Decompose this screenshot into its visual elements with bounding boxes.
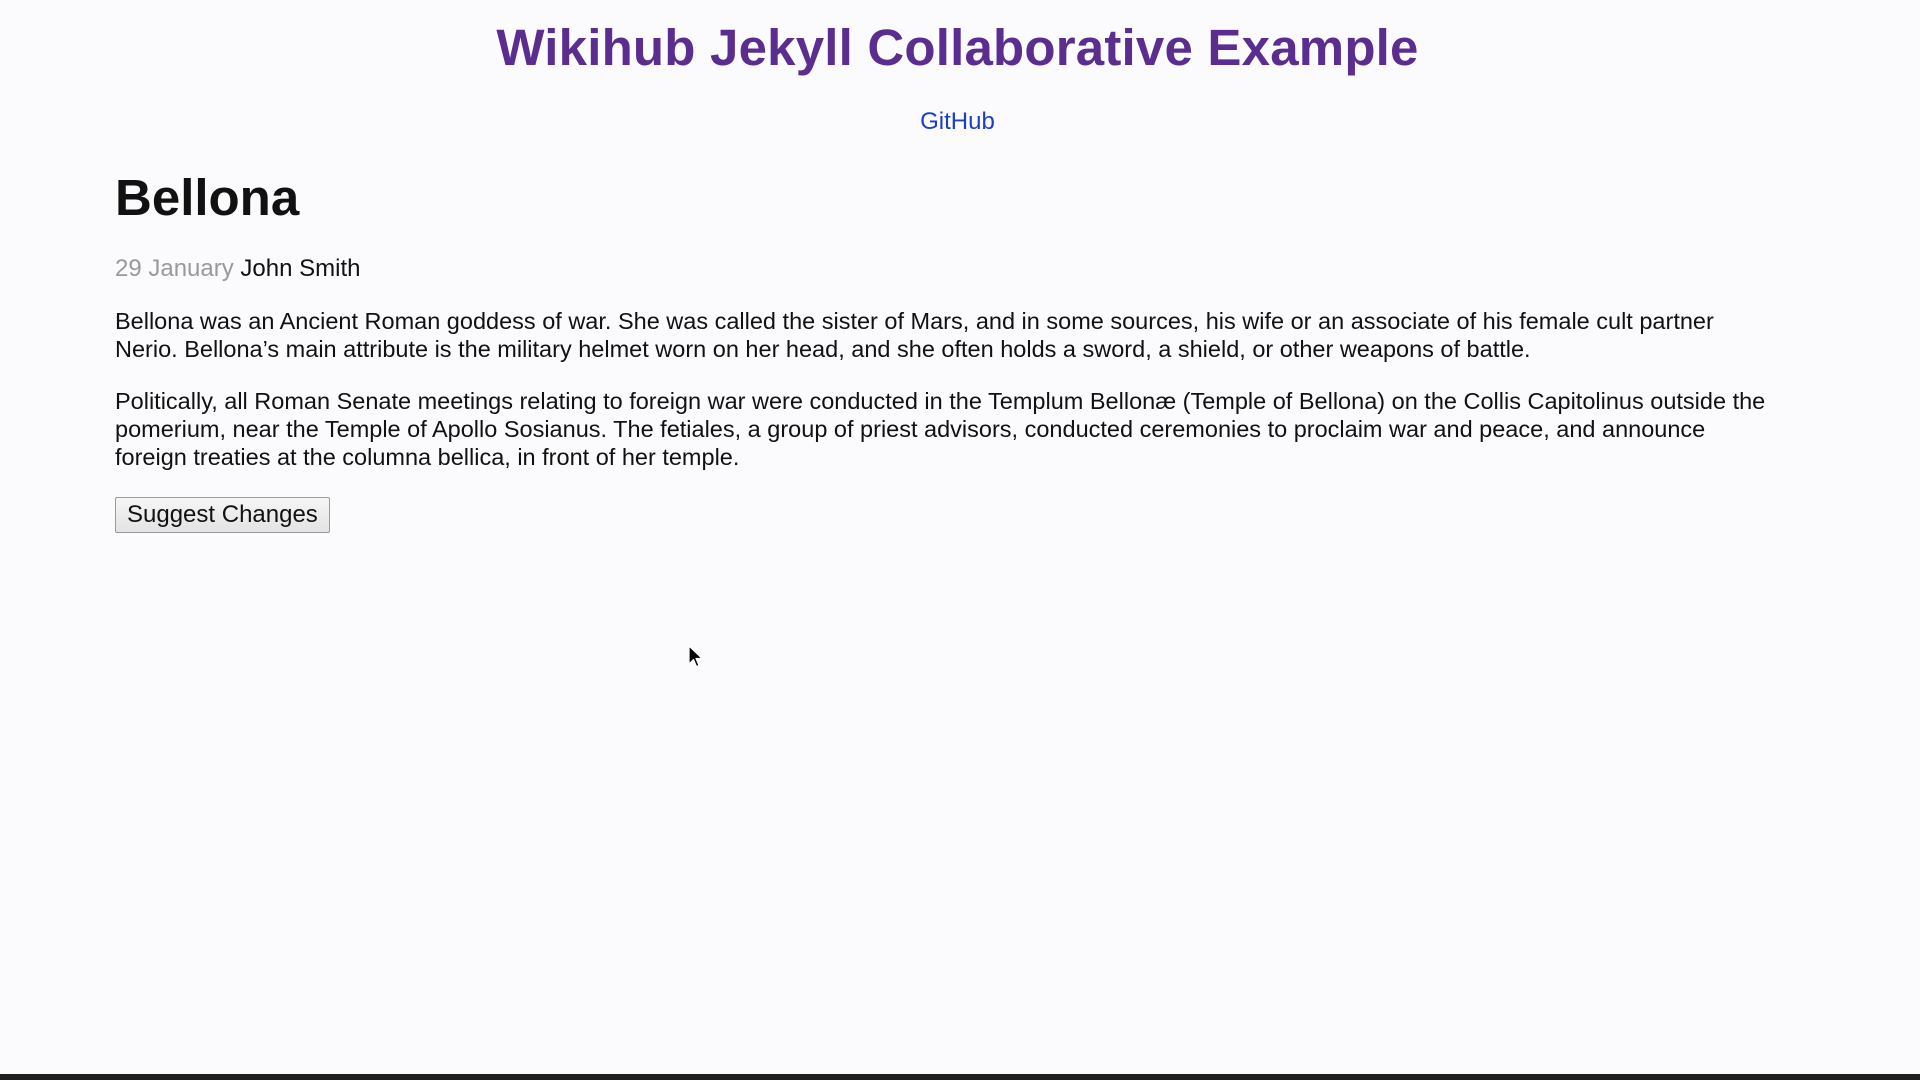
mouse-pointer-icon — [688, 645, 703, 668]
post-paragraph: Bellona was an Ancient Roman goddess of … — [115, 308, 1714, 362]
post-paragraph: Politically, all Roman Senate meetings r… — [115, 388, 1766, 470]
post-title: Bellona — [115, 169, 300, 226]
post-author: John Smith — [240, 255, 361, 282]
page: Wikihub Jekyll Collaborative Example Git… — [0, 0, 1920, 1080]
github-link[interactable]: GitHub — [920, 108, 995, 135]
site-title: Wikihub Jekyll Collaborative Example — [496, 19, 1419, 76]
bottom-bar — [0, 1074, 1920, 1080]
post-body: Bellona was an Ancient Roman goddess of … — [115, 307, 1775, 471]
post-content: Bellona 29 January John Smith Bellona wa… — [115, 168, 1775, 533]
nav: GitHub — [0, 108, 1915, 136]
post-meta: 29 January John Smith — [115, 255, 1775, 283]
suggest-changes-button[interactable]: Suggest Changes — [115, 497, 330, 533]
post-date: 29 January — [115, 255, 234, 282]
